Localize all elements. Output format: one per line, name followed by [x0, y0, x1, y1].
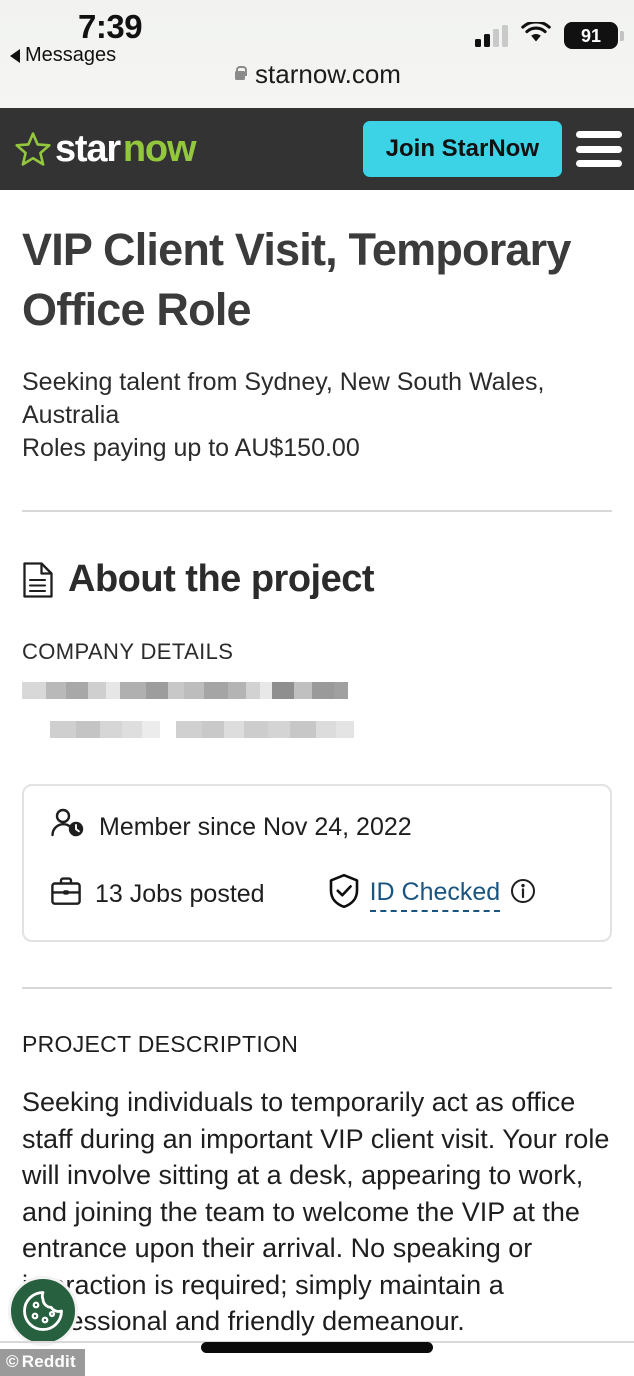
- id-checked-link[interactable]: ID Checked: [369, 878, 501, 912]
- company-details-label: COMPANY DETAILS: [22, 639, 234, 665]
- star-outline-icon: [14, 131, 52, 167]
- reddit-watermark: © Reddit: [0, 1349, 85, 1376]
- logo-text-star: star: [55, 128, 121, 170]
- status-bar-indicators: 91: [475, 20, 624, 49]
- join-starnow-button[interactable]: Join StarNow: [362, 121, 562, 177]
- battery-level: 91: [580, 25, 602, 46]
- starnow-logo[interactable]: star now: [14, 128, 197, 170]
- about-section-header: About the project: [22, 558, 612, 601]
- member-since-row: Member since Nov 24, 2022: [50, 808, 584, 847]
- divider: [22, 510, 612, 513]
- site-header: star now Join StarNow: [0, 108, 634, 190]
- status-bar-time: 7:39: [78, 8, 143, 45]
- browser-url-bar[interactable]: starnow.com: [0, 59, 634, 90]
- url-text: starnow.com: [255, 59, 401, 89]
- briefcase-icon: [50, 876, 82, 913]
- page-title: VIP Client Visit, Temporary Office Role: [22, 224, 571, 335]
- lock-icon: [233, 66, 248, 83]
- copyright-symbol: ©: [6, 1352, 19, 1371]
- cookie-settings-button[interactable]: [8, 1276, 78, 1346]
- battery-icon: 91: [564, 22, 624, 49]
- member-since-text: Member since Nov 24, 2022: [99, 813, 412, 842]
- ios-home-indicator: [201, 1342, 433, 1353]
- page-content: VIP Client Visit, Temporary Office Role …: [0, 190, 634, 1340]
- jobs-posted-row: 13 Jobs posted ID Checked: [50, 873, 584, 916]
- person-clock-icon: [50, 808, 86, 847]
- jobs-posted-text: 13 Jobs posted: [95, 880, 265, 909]
- shield-check-icon: [328, 873, 360, 916]
- wifi-icon: [521, 20, 551, 49]
- redaction-row: [22, 721, 612, 739]
- job-location: Seeking talent from Sydney, New South Wa…: [22, 367, 545, 429]
- cookie-icon: [23, 1291, 63, 1331]
- project-description-label: PROJECT DESCRIPTION: [22, 1031, 299, 1058]
- hamburger-menu-icon[interactable]: [576, 131, 622, 167]
- id-checked-group[interactable]: ID Checked: [328, 873, 537, 916]
- about-heading: About the project: [68, 558, 375, 601]
- info-circle-icon[interactable]: [510, 878, 536, 911]
- divider: [22, 987, 612, 990]
- company-name-redacted: [22, 682, 612, 739]
- logo-text-now: now: [122, 128, 197, 170]
- job-meta: Seeking talent from Sydney, New South Wa…: [22, 366, 612, 466]
- watermark-label: Reddit: [21, 1352, 76, 1371]
- redaction-row: [22, 682, 612, 700]
- ios-status-bar: 7:39 Messages 91 starnow.com: [0, 0, 634, 108]
- document-icon: [22, 561, 54, 599]
- cellular-signal-icon: [475, 24, 508, 47]
- job-pay: Roles paying up to AU$150.00: [22, 434, 360, 463]
- project-description-body: Seeking individuals to temporarily act a…: [22, 1087, 610, 1337]
- company-info-card: Member since Nov 24, 2022 13 Jobs posted: [22, 784, 612, 943]
